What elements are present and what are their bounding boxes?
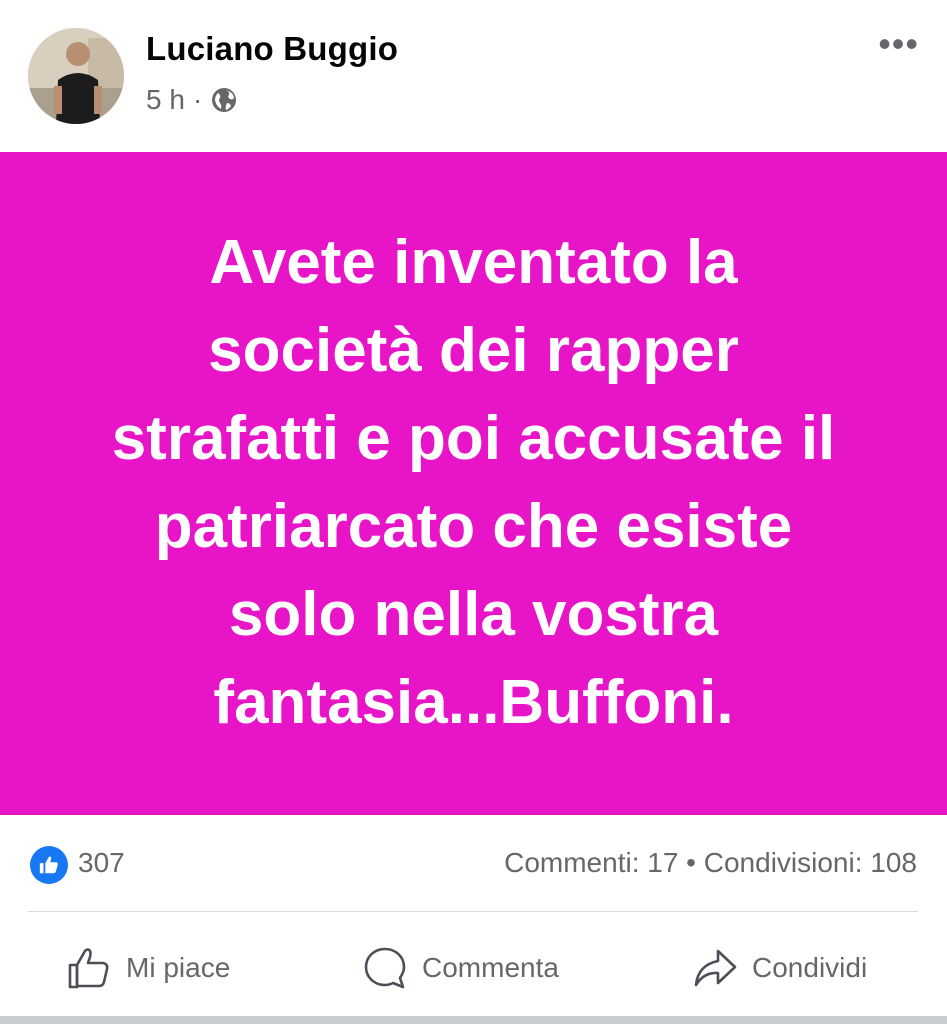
globe-icon[interactable] <box>210 86 238 114</box>
post-meta: 5 h · <box>146 84 238 116</box>
post-time[interactable]: 5 h <box>146 84 185 116</box>
share-button-label: Condividi <box>752 952 868 983</box>
comment-button-label: Commenta <box>422 952 559 983</box>
like-button-label: Mi piace <box>126 952 231 983</box>
more-options-icon[interactable]: ••• <box>878 26 919 62</box>
avatar[interactable] <box>28 28 124 124</box>
feed-separator <box>0 1016 947 1024</box>
divider <box>28 911 918 912</box>
comments-shares-count[interactable]: Commenti: 17 • Condivisioni: 108 <box>504 847 917 879</box>
post-text: Avete inventato la società dei rapper st… <box>111 227 836 737</box>
thumbs-up-icon <box>68 948 109 989</box>
like-button[interactable]: Mi piace <box>66 945 230 991</box>
comment-icon <box>364 947 406 989</box>
share-icon <box>694 949 737 987</box>
post-actions: Mi piace Commenta Condividi <box>0 925 947 1010</box>
post-stats: 307 Commenti: 17 • Condivisioni: 108 <box>0 830 947 900</box>
post-content-background: Avete inventato la società dei rapper st… <box>0 152 947 815</box>
comment-button[interactable]: Commenta <box>362 945 559 991</box>
meta-separator: · <box>192 84 203 115</box>
share-button[interactable]: Condividi <box>692 945 867 991</box>
like-count[interactable]: 307 <box>78 847 125 879</box>
like-reaction-icon[interactable] <box>30 846 68 884</box>
author-name[interactable]: Luciano Buggio <box>146 30 398 68</box>
post-header: Luciano Buggio 5 h · ••• <box>0 0 947 150</box>
